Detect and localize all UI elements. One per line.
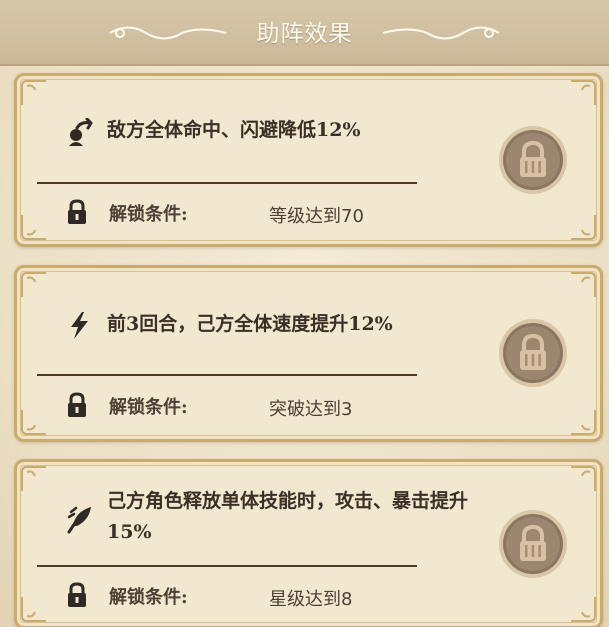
divider <box>37 182 417 184</box>
effect-description: 己方角色释放单体技能时，攻击、暴击提升15% <box>107 490 469 543</box>
unlock-condition-label: 解锁条件: <box>109 397 188 418</box>
header-flourish-right <box>382 26 500 40</box>
locked-badge-icon[interactable] <box>497 508 569 580</box>
unlock-condition-value: 星级达到8 <box>269 589 353 610</box>
corner-ornament <box>571 597 596 622</box>
assist-effects-panel: 助阵效果 敌方全体命中、闪避降低12% 解锁条件: 等级达到70 前3回合，己方… <box>0 0 609 627</box>
assist-effect-card[interactable]: 前3回合，己方全体速度提升12% 解锁条件: 突破达到3 <box>14 265 603 442</box>
lock-icon <box>68 392 86 417</box>
corner-ornament <box>21 466 46 491</box>
corner-ornament <box>571 466 596 491</box>
corner-ornament <box>21 272 46 297</box>
unlock-condition-label: 解锁条件: <box>109 587 188 608</box>
assist-effect-card[interactable]: 己方角色释放单体技能时，攻击、暴击提升15% 解锁条件: 星级达到8 <box>14 459 603 627</box>
feather-quill-icon <box>67 506 91 534</box>
target-strike-icon <box>69 118 93 146</box>
corner-ornament <box>21 80 46 105</box>
corner-ornament <box>21 597 46 622</box>
corner-ornament <box>571 80 596 105</box>
unlock-condition-value: 等级达到70 <box>269 206 364 227</box>
locked-badge-icon[interactable] <box>497 124 569 196</box>
panel-header: 助阵效果 <box>0 0 609 66</box>
lock-icon <box>68 199 86 224</box>
corner-ornament <box>571 272 596 297</box>
panel-title: 助阵效果 <box>256 21 353 47</box>
divider <box>37 565 417 567</box>
effect-description: 前3回合，己方全体速度提升12% <box>107 313 393 335</box>
lock-icon <box>68 582 86 607</box>
unlock-condition-value: 突破达到3 <box>269 399 353 420</box>
corner-ornament <box>571 215 596 240</box>
divider <box>37 374 417 376</box>
corner-ornament <box>571 410 596 435</box>
assist-effect-card[interactable]: 敌方全体命中、闪避降低12% 解锁条件: 等级达到70 <box>14 73 603 247</box>
locked-badge-icon[interactable] <box>497 317 569 389</box>
corner-ornament <box>21 215 46 240</box>
unlock-condition-label: 解锁条件: <box>109 204 188 225</box>
effect-description: 敌方全体命中、闪避降低12% <box>107 119 361 141</box>
corner-ornament <box>21 410 46 435</box>
lightning-bolt-icon <box>71 312 88 339</box>
